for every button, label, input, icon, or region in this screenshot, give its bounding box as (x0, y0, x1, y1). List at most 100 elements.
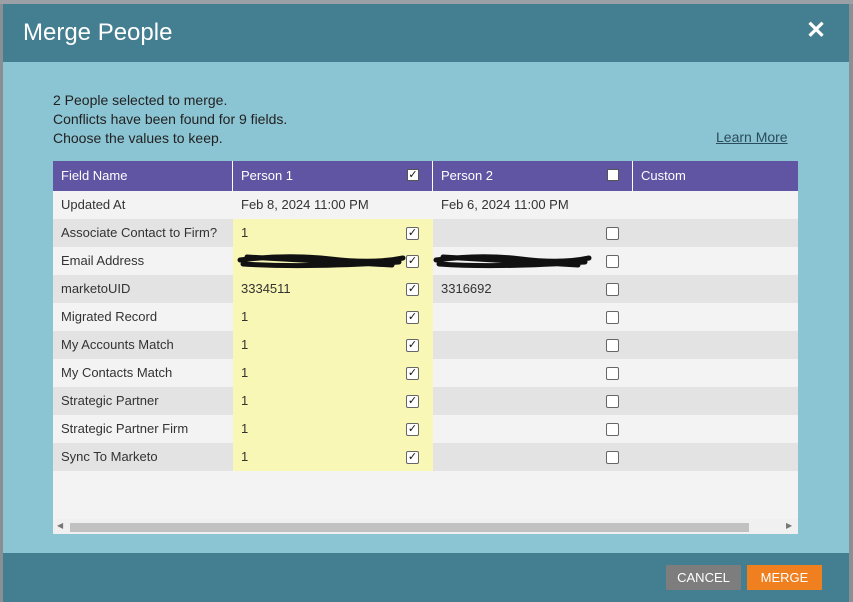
person-2-value-cell[interactable]: Feb 6, 2024 11:00 PM (433, 191, 633, 219)
field-name-cell: Associate Contact to Firm? (61, 225, 218, 240)
column-header-person-1-label: Person 1 (241, 168, 294, 183)
scroll-right-icon[interactable]: ▶ (786, 521, 792, 530)
person-1-value-cell[interactable]: 3334511 ✓ (233, 275, 433, 303)
person-1-value: 1 (241, 393, 249, 408)
person-2-value-cell[interactable] (433, 359, 633, 387)
table-row: Strategic Partner Firm 1 ✓ (53, 415, 798, 443)
person-2-value-cell[interactable] (433, 387, 633, 415)
person-1-value-cell[interactable]: 1 ✓ (233, 303, 433, 331)
person-1-value: 3334511 (241, 281, 291, 296)
person-2-checkbox[interactable] (606, 339, 619, 352)
horizontal-scrollbar[interactable]: ◀ ▶ (53, 519, 798, 534)
person-1-checkbox[interactable]: ✓ (406, 339, 419, 352)
field-name-cell: Email Address (61, 253, 145, 268)
intro-line-choose: Choose the values to keep. (53, 130, 223, 146)
intro-line-conflicts: Conflicts have been found for 9 fields. (53, 111, 288, 127)
dialog-footer: CANCEL MERGE (3, 553, 849, 602)
intro-line-selected: 2 People selected to merge. (53, 92, 228, 108)
custom-value-cell[interactable] (633, 359, 798, 387)
person-1-value-cell[interactable]: 1 ✓ (233, 331, 433, 359)
person-1-checkbox[interactable]: ✓ (406, 367, 419, 380)
custom-value-cell[interactable] (633, 331, 798, 359)
person-1-value-cell[interactable]: 1 ✓ (233, 443, 433, 471)
column-header-custom: Custom (641, 168, 686, 183)
person-1-value: 1 (241, 309, 249, 324)
person-2-value-cell[interactable] (433, 415, 633, 443)
table-row: Email Address ✓ (53, 247, 798, 275)
person-2-checkbox[interactable] (606, 423, 619, 436)
intro-text: 2 People selected to merge. Conflicts ha… (53, 91, 287, 148)
person-1-value-cell[interactable]: 1 ✓ (233, 359, 433, 387)
custom-value-cell[interactable] (633, 415, 798, 443)
person-1-checkbox[interactable]: ✓ (406, 227, 419, 240)
select-all-person-2-checkbox[interactable] (607, 169, 619, 181)
person-1-checkbox[interactable]: ✓ (406, 283, 419, 296)
custom-value-cell[interactable] (633, 275, 798, 303)
dialog-title: Merge People (23, 19, 173, 46)
custom-value-cell[interactable] (633, 303, 798, 331)
column-header-person-2-label: Person 2 (441, 168, 494, 183)
field-name-cell: Migrated Record (61, 309, 158, 324)
person-1-value: Feb 8, 2024 11:00 PM (241, 197, 369, 212)
table-header: Field Name Person 1 ✓ Person 2 Custom (53, 161, 798, 191)
merge-fields-table: Field Name Person 1 ✓ Person 2 Custom Up… (53, 161, 798, 534)
person-1-checkbox[interactable]: ✓ (406, 311, 419, 324)
person-2-value-cell[interactable] (433, 303, 633, 331)
custom-value-cell[interactable] (633, 191, 798, 219)
column-header-person-2: Person 2 (433, 161, 633, 191)
person-2-checkbox[interactable] (606, 367, 619, 380)
dialog-title-bar: Merge People ✕ (3, 4, 849, 62)
person-1-value-cell[interactable]: 1 ✓ (233, 387, 433, 415)
person-1-value-cell[interactable]: Feb 8, 2024 11:00 PM (233, 191, 433, 219)
person-2-checkbox[interactable] (606, 283, 619, 296)
field-name-cell: marketoUID (61, 281, 131, 296)
person-1-value-cell[interactable]: 1 ✓ (233, 219, 433, 247)
merge-button[interactable]: MERGE (747, 565, 822, 590)
custom-value-cell[interactable] (633, 443, 798, 471)
custom-value-cell[interactable] (633, 387, 798, 415)
person-1-checkbox[interactable]: ✓ (406, 255, 419, 268)
custom-value-cell[interactable] (633, 219, 798, 247)
person-2-value: 3316692 (441, 281, 492, 296)
person-2-checkbox[interactable] (606, 311, 619, 324)
field-name-cell: My Contacts Match (61, 365, 173, 380)
field-name-cell: Strategic Partner (61, 393, 159, 408)
cancel-button[interactable]: CANCEL (666, 565, 741, 590)
person-2-value: Feb 6, 2024 11:00 PM (441, 197, 569, 212)
person-2-checkbox[interactable] (606, 395, 619, 408)
person-1-value: 1 (241, 449, 249, 464)
person-1-value: 1 (241, 337, 249, 352)
person-1-checkbox[interactable]: ✓ (406, 423, 419, 436)
select-all-person-1-checkbox[interactable]: ✓ (407, 169, 419, 181)
merge-people-dialog: Merge People ✕ 2 People selected to merg… (3, 4, 849, 602)
person-2-redaction-scribble (433, 254, 592, 269)
table-row: Updated At Feb 8, 2024 11:00 PM Feb 6, 202… (53, 191, 798, 219)
table-row: My Contacts Match 1 ✓ (53, 359, 798, 387)
column-header-person-1: Person 1 ✓ (233, 161, 433, 191)
person-2-value-cell[interactable] (433, 219, 633, 247)
person-1-redaction-scribble (237, 254, 406, 269)
field-name-cell: Strategic Partner Firm (61, 421, 189, 436)
scrollbar-thumb[interactable] (70, 523, 749, 532)
table-row: Sync To Marketo 1 ✓ (53, 443, 798, 471)
person-2-value-cell[interactable]: 3316692 (433, 275, 633, 303)
person-1-value-cell[interactable]: 1 ✓ (233, 415, 433, 443)
table-row: Migrated Record 1 ✓ (53, 303, 798, 331)
field-name-cell: Updated At (61, 197, 126, 212)
person-1-value: 1 (241, 225, 249, 240)
person-2-value-cell[interactable] (433, 331, 633, 359)
person-1-checkbox[interactable]: ✓ (406, 451, 419, 464)
person-1-value: 1 (241, 421, 249, 436)
table-row: My Accounts Match 1 ✓ (53, 331, 798, 359)
table-row: Strategic Partner 1 ✓ (53, 387, 798, 415)
person-1-checkbox[interactable]: ✓ (406, 395, 419, 408)
person-2-checkbox[interactable] (606, 451, 619, 464)
close-icon[interactable]: ✕ (803, 18, 829, 44)
person-2-checkbox[interactable] (606, 255, 619, 268)
person-2-checkbox[interactable] (606, 227, 619, 240)
custom-value-cell[interactable] (633, 247, 798, 275)
learn-more-link[interactable]: Learn More (716, 129, 788, 145)
field-name-cell: My Accounts Match (61, 337, 174, 352)
scroll-left-icon[interactable]: ◀ (57, 521, 63, 530)
person-2-value-cell[interactable] (433, 443, 633, 471)
